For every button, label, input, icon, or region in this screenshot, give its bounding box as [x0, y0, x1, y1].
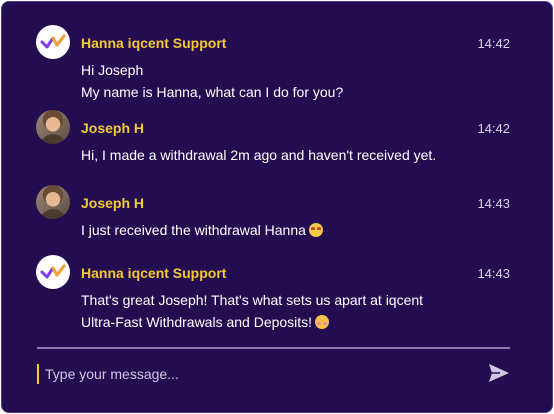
- message-line: My name is Hanna, what can I do for you?: [81, 84, 344, 100]
- message-author: Joseph H: [81, 195, 145, 211]
- message-line: That's great Joseph! That's what sets us…: [81, 292, 424, 308]
- message-text: Hi, I made a withdrawal 2m ago and haven…: [81, 144, 501, 166]
- message-time: 14:43: [477, 266, 510, 281]
- brand-logo-icon: [36, 255, 70, 289]
- message-line: Hi Joseph: [81, 62, 144, 78]
- message-input[interactable]: [45, 362, 475, 386]
- user-avatar: [36, 185, 70, 219]
- message-author: Joseph H: [81, 120, 145, 136]
- text-caret: [37, 364, 39, 384]
- message-time: 14:42: [477, 36, 510, 51]
- message-line: Ultra-Fast Withdrawals and Deposits!: [81, 314, 313, 330]
- user-avatar: [36, 110, 70, 144]
- chat-window: Hanna iqcent Support 14:42 Hi Joseph My …: [1, 1, 553, 413]
- message-author: Hanna iqcent Support: [81, 35, 227, 51]
- smiling-hearts-emoji-icon: [315, 315, 330, 329]
- message-text: Hi Joseph My name is Hanna, what can I d…: [81, 59, 501, 103]
- brand-logo-icon: [36, 25, 70, 59]
- message-line: Hi, I made a withdrawal 2m ago and haven…: [81, 147, 437, 163]
- send-button[interactable]: [487, 362, 511, 384]
- message-text: I just received the withdrawal Hanna: [81, 219, 501, 241]
- message-author: Hanna iqcent Support: [81, 265, 227, 281]
- composer-divider: [37, 347, 510, 349]
- message-time: 14:42: [477, 121, 510, 136]
- message-composer: [37, 362, 477, 386]
- message-time: 14:43: [477, 196, 510, 211]
- star-struck-emoji-icon: [308, 223, 323, 237]
- message-text: That's great Joseph! That's what sets us…: [81, 289, 501, 333]
- message-line: I just received the withdrawal Hanna: [81, 222, 306, 238]
- send-icon: [489, 364, 509, 382]
